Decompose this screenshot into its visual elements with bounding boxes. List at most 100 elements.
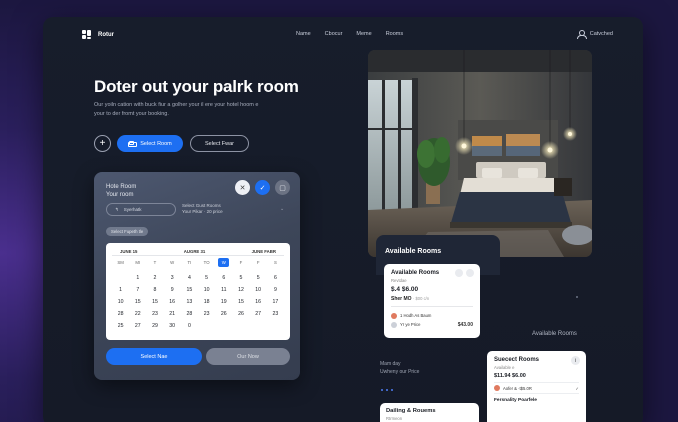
calendar-day[interactable]: 2 bbox=[146, 275, 163, 281]
room-card-subtitle: Rtrmeon bbox=[386, 416, 403, 421]
calendar-day[interactable]: 28 bbox=[181, 311, 198, 317]
calendar-day[interactable]: 4 bbox=[181, 275, 198, 281]
account-link[interactable]: Catvched bbox=[576, 30, 613, 39]
calendar-day[interactable]: 27 bbox=[250, 311, 267, 317]
calendar-day[interactable]: 1 bbox=[112, 287, 129, 293]
calendar-week: 123456556 bbox=[112, 272, 284, 284]
calendar-day[interactable]: 9 bbox=[164, 287, 181, 293]
select-fwar-button[interactable]: Select Fwar bbox=[190, 135, 249, 152]
calendar-day[interactable]: 28 bbox=[112, 311, 129, 317]
calendar-day[interactable]: 21 bbox=[164, 311, 181, 317]
calendar-day[interactable]: 27 bbox=[129, 323, 146, 329]
calendar-day[interactable]: 13 bbox=[181, 299, 198, 305]
select-now-button[interactable]: Select Nae bbox=[106, 348, 202, 365]
info-icon[interactable]: i bbox=[571, 356, 580, 365]
calendar-day[interactable]: 19 bbox=[215, 299, 232, 305]
hero-subtitle: Our yoiln cation with buck fiur a golher… bbox=[94, 102, 259, 117]
avatar bbox=[391, 312, 397, 319]
bedroom-image bbox=[368, 50, 592, 257]
chevron-down-icon[interactable] bbox=[466, 269, 474, 277]
check-icon[interactable]: ✓ bbox=[255, 180, 270, 195]
calendar-day[interactable]: 29 bbox=[146, 323, 163, 329]
calendar-day[interactable]: 11 bbox=[215, 287, 232, 293]
pagination-dots[interactable] bbox=[381, 389, 393, 391]
brand-name: Rotur bbox=[98, 32, 114, 38]
guest-input[interactable]: ↰ Syerhatk bbox=[106, 203, 176, 216]
price-secondary-note: · $00 c/n bbox=[412, 296, 430, 301]
add-button[interactable]: + bbox=[94, 135, 111, 152]
guest-rooms-sub: Your Pikar · 20 price bbox=[182, 209, 223, 214]
room-photo bbox=[368, 50, 592, 257]
calendar-week: 10 15 15 16 13 18 19 15 16 17 bbox=[112, 296, 284, 308]
nav-item-name[interactable]: Name bbox=[296, 31, 311, 37]
more-day-text: Mam day Uwheny our Price bbox=[380, 360, 419, 376]
room-card-price: $.4 $6.00 bbox=[391, 286, 419, 293]
room-card-available[interactable]: Available Rooms Revtdae $.4 $6.00 Sher M… bbox=[384, 264, 480, 338]
nav-item-rooms[interactable]: Rooms bbox=[386, 31, 403, 37]
calendar-day[interactable]: 16 bbox=[250, 299, 267, 305]
calendar-day[interactable]: 23 bbox=[146, 311, 163, 317]
calendar-day[interactable]: 10 bbox=[112, 299, 129, 305]
room-card-price-secondary: Sher MO · $00 c/n bbox=[391, 296, 473, 302]
room-card-line: Yr ye Price $43.00 bbox=[391, 320, 473, 329]
room-card-price: $11.94 $6.00 bbox=[494, 373, 526, 379]
calendar-day[interactable]: 12 bbox=[232, 287, 249, 293]
avatar bbox=[494, 385, 500, 391]
weekday-label: T bbox=[153, 260, 157, 265]
room-card-suecect[interactable]: i Suecect Rooms Available e $11.94 $6.00… bbox=[487, 351, 586, 422]
bed-icon[interactable] bbox=[455, 269, 463, 277]
calendar-month[interactable]: JUNE 15 bbox=[120, 249, 137, 254]
room-card-dailing[interactable]: Dailing & Rouems Rtrmeon bbox=[380, 403, 479, 422]
select-room-button[interactable]: Select Room bbox=[117, 135, 183, 152]
calendar-day[interactable]: 9 bbox=[267, 287, 284, 293]
booking-title: Hote Room Your room bbox=[106, 183, 136, 199]
lock-icon[interactable]: ▢ bbox=[275, 180, 290, 195]
weekday-label: SM bbox=[117, 260, 124, 265]
calendar-day[interactable]: 6 bbox=[267, 275, 284, 281]
nav-item-meme[interactable]: Meme bbox=[356, 31, 371, 37]
chevron-down-icon[interactable]: ⌄ bbox=[280, 206, 284, 212]
guest-rooms-select[interactable]: Select Gust Rooms Your Pikar · 20 price bbox=[182, 203, 272, 215]
calendar-day[interactable]: 15 bbox=[146, 299, 163, 305]
calendar-day[interactable]: 23 bbox=[198, 311, 215, 317]
calendar-day[interactable]: 7 bbox=[129, 287, 146, 293]
calendar-day[interactable]: 18 bbox=[198, 299, 215, 305]
calendar-day[interactable]: 16 bbox=[164, 299, 181, 305]
calendar: JUNE 15 AUGRE 31 JUNE FABR SM MI T W TI … bbox=[106, 243, 290, 340]
calendar-day[interactable]: 26 bbox=[215, 311, 232, 317]
calendar-day[interactable]: 1 bbox=[129, 275, 146, 281]
calendar-day[interactable]: 15 bbox=[181, 287, 198, 293]
carousel-dot[interactable] bbox=[576, 296, 578, 298]
close-icon[interactable]: ✕ bbox=[235, 180, 250, 195]
calendar-day[interactable]: 5 bbox=[232, 275, 249, 281]
our-now-button[interactable]: Our Now bbox=[206, 348, 290, 365]
calendar-day[interactable]: 5 bbox=[250, 275, 267, 281]
check-icon[interactable]: ✓ bbox=[575, 386, 579, 391]
calendar-day[interactable]: 22 bbox=[129, 311, 146, 317]
calendar-day[interactable]: 6 bbox=[215, 275, 232, 281]
room-card-subtitle: Revtdae bbox=[391, 278, 407, 283]
calendar-month[interactable]: AUGRE 31 bbox=[184, 249, 206, 254]
calendar-month[interactable]: JUNE FABR bbox=[252, 249, 276, 254]
calendar-day[interactable]: 8 bbox=[146, 287, 163, 293]
calendar-day[interactable]: 26 bbox=[232, 311, 249, 317]
calendar-day[interactable]: 10 bbox=[250, 287, 267, 293]
calendar-day[interactable]: 25 bbox=[112, 323, 129, 329]
select-date-chip[interactable]: Select Fupeth tle bbox=[106, 227, 149, 236]
calendar-day[interactable]: 10 bbox=[198, 287, 215, 293]
weekday-label-selected[interactable]: W bbox=[218, 258, 230, 267]
card-actions bbox=[455, 269, 474, 277]
calendar-day[interactable]: 3 bbox=[164, 275, 181, 281]
calendar-day[interactable]: 0 bbox=[181, 323, 198, 329]
nav-item-cbocur[interactable]: Cbocur bbox=[325, 31, 343, 37]
calendar-day[interactable]: 30 bbox=[164, 323, 181, 329]
calendar-day[interactable]: 23 bbox=[267, 311, 284, 317]
calendar-day[interactable]: 5 bbox=[198, 275, 215, 281]
price-secondary-value: Sher MO bbox=[391, 296, 412, 302]
calendar-day[interactable]: 15 bbox=[232, 299, 249, 305]
weekday-label: W bbox=[170, 260, 175, 265]
weekday-label: MI bbox=[135, 260, 141, 265]
calendar-day[interactable]: 15 bbox=[129, 299, 146, 305]
brand-logo[interactable]: Rotur bbox=[82, 30, 114, 40]
calendar-day[interactable]: 17 bbox=[267, 299, 284, 305]
